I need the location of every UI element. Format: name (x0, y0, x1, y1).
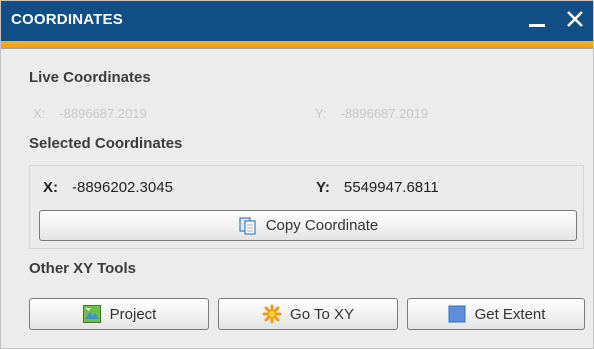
project-label: Project (109, 305, 157, 323)
selected-y-readout: Y: 5549947.6811 (316, 179, 439, 196)
minimize-button[interactable] (517, 1, 555, 41)
title-bar[interactable]: COORDINATES (1, 1, 593, 41)
selected-x-readout: X: -8896202.3045 (43, 179, 173, 196)
title-divider (1, 48, 593, 49)
copy-coordinate-button[interactable]: Copy Coordinate (39, 210, 577, 241)
other-xy-tools-heading: Other XY Tools (29, 260, 136, 277)
window-title: COORDINATES (11, 11, 123, 28)
live-x-label: X: (33, 106, 46, 121)
square-extent-icon (448, 305, 466, 323)
go-to-xy-label: Go To XY (290, 305, 354, 323)
map-project-icon (82, 305, 101, 323)
copy-icon (239, 216, 256, 235)
live-y-readout: Y: -8896687.2019 (315, 106, 428, 121)
get-extent-label: Get Extent (474, 305, 546, 323)
selected-coordinates-heading: Selected Coordinates (29, 135, 183, 152)
close-icon (567, 11, 583, 27)
live-x-readout: X: -8896687.2019 (33, 106, 147, 121)
coordinates-window: COORDINATES Live Coordinates X: -8896687.… (0, 0, 594, 349)
live-x-value: -8896687.2019 (59, 106, 147, 121)
selected-x-label: X: (43, 179, 58, 196)
go-to-xy-button[interactable]: Go To XY (218, 298, 398, 330)
selected-y-label: Y: (316, 179, 330, 196)
selected-y-value: 5549947.6811 (343, 179, 439, 196)
selected-x-value: -8896202.3045 (72, 179, 173, 196)
live-coordinates-heading: Live Coordinates (29, 69, 151, 86)
minimize-icon (529, 24, 545, 27)
title-accent-bar (1, 41, 593, 48)
window-controls (517, 1, 593, 41)
get-extent-button[interactable]: Get Extent (407, 298, 585, 330)
star-burst-icon (262, 304, 282, 324)
copy-coordinate-label: Copy Coordinate (265, 217, 379, 234)
project-button[interactable]: Project (29, 298, 209, 330)
close-button[interactable] (555, 1, 593, 41)
live-y-value: -8896687.2019 (340, 106, 429, 121)
live-y-label: Y: (315, 106, 327, 121)
